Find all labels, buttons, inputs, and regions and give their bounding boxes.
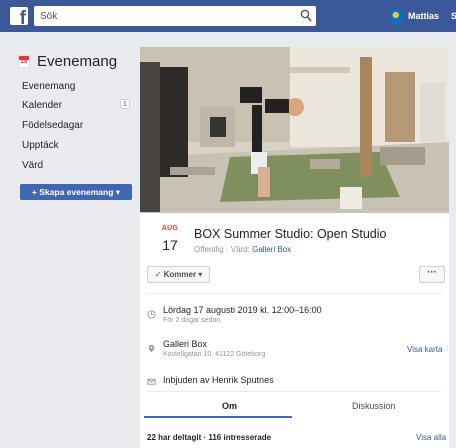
- event-time: Lördag 17 augusti 2019 kl. 12:00–16:00: [163, 305, 322, 315]
- sidebar-header: 28 Evenemang: [18, 52, 117, 70]
- more-options-button[interactable]: ···: [419, 266, 445, 283]
- event-cover-photo[interactable]: [140, 47, 449, 213]
- show-map-link[interactable]: Visa karta: [407, 345, 442, 354]
- search-box[interactable]: [34, 6, 316, 26]
- top-navigation-bar: f Mattias S: [0, 0, 456, 32]
- attendance-summary: 22 har deltagit · 116 intresserade: [147, 433, 272, 442]
- location-pin-icon: [148, 344, 155, 353]
- invited-by: Inbjuden av Henrik Sputnes: [163, 375, 274, 385]
- top-nav-cutoff-link[interactable]: S: [451, 11, 456, 21]
- sidebar-item-upptack[interactable]: Upptäck: [22, 140, 59, 151]
- sidebar-title: Evenemang: [37, 52, 118, 70]
- kalender-count-badge: 1: [120, 99, 130, 109]
- search-icon[interactable]: [300, 9, 312, 23]
- profile-name-link[interactable]: Mattias: [408, 11, 439, 21]
- event-title: BOX Summer Studio: Open Studio: [194, 227, 387, 241]
- profile-avatar[interactable]: [389, 9, 404, 24]
- search-input[interactable]: [40, 8, 280, 24]
- event-card: AUG 17 BOX Summer Studio: Open Studio Of…: [140, 47, 449, 443]
- calendar-icon: 28: [18, 54, 30, 68]
- event-date-day: 17: [162, 237, 178, 253]
- envelope-icon: [147, 378, 156, 385]
- sidebar-item-fodelsedagar[interactable]: Födelsedagar: [22, 120, 83, 131]
- facebook-logo-letter: f: [19, 8, 26, 29]
- see-all-link[interactable]: Visa alla: [416, 433, 446, 442]
- attendance-card: 22 har deltagit · 116 intresserade Visa …: [140, 428, 449, 448]
- event-visibility-text: Offentlig · Värd:: [194, 245, 250, 254]
- tab-om[interactable]: Om: [222, 401, 237, 411]
- create-event-button[interactable]: + Skapa evenemang ▾: [20, 184, 132, 200]
- event-host-link[interactable]: Galleri Box: [252, 245, 291, 254]
- tab-diskussion[interactable]: Diskussion: [352, 401, 396, 411]
- rsvp-going-button[interactable]: ✓ Kommer ▾: [147, 266, 210, 283]
- sidebar-item-evenemang[interactable]: Evenemang: [22, 81, 75, 92]
- active-tab-indicator: [144, 416, 292, 418]
- sidebar-item-kalender[interactable]: Kalender: [22, 100, 62, 111]
- event-location-address: Kastellgatan 10, 41122 Göteborg: [163, 351, 266, 358]
- event-date-month: AUG: [161, 225, 179, 232]
- event-time-relative: För 2 dagar sedan: [163, 317, 221, 324]
- calendar-icon-day: 28: [20, 58, 28, 65]
- facebook-logo[interactable]: f: [10, 7, 28, 29]
- divider: [147, 293, 442, 294]
- clock-icon: [147, 310, 156, 319]
- sidebar-item-vard[interactable]: Värd: [22, 160, 43, 171]
- event-visibility: Offentlig · Värd: Galleri Box: [194, 245, 291, 254]
- divider: [147, 391, 442, 392]
- event-location-name[interactable]: Galleri Box: [163, 339, 207, 349]
